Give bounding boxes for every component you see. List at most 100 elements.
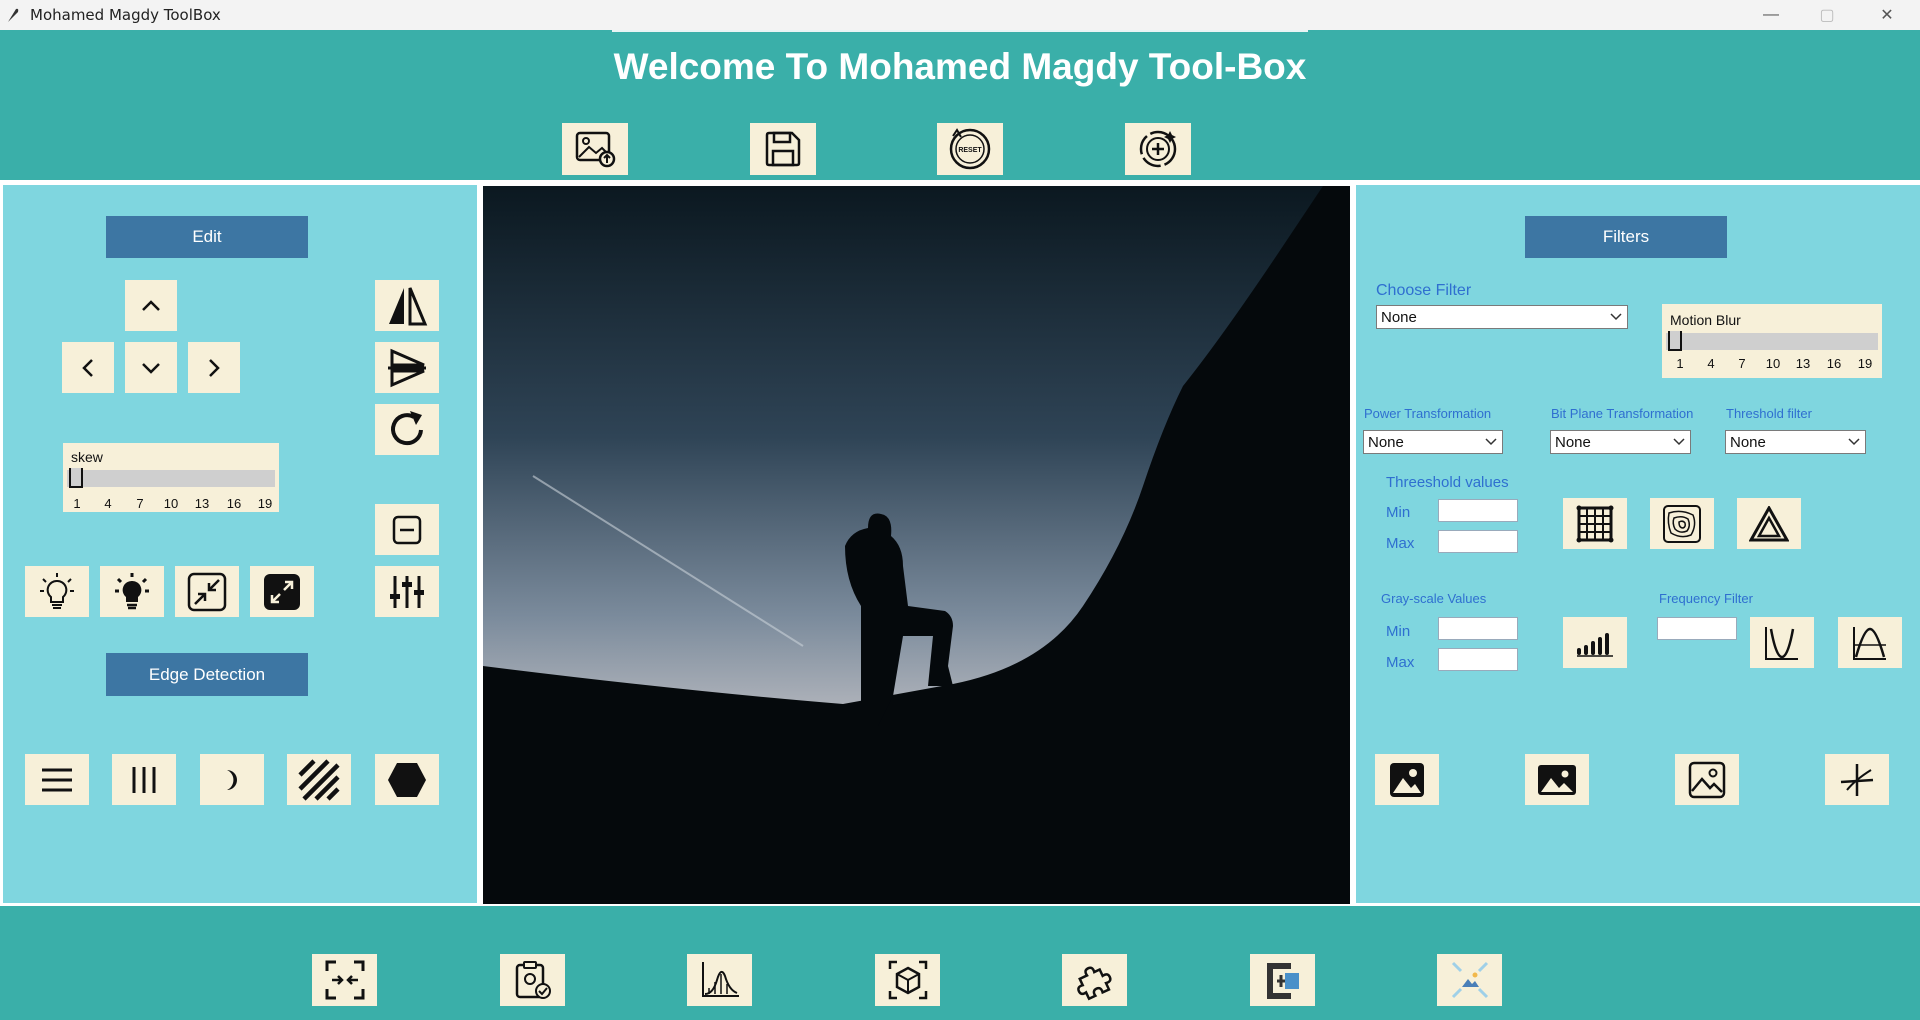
- image-portrait-icon: [1390, 762, 1424, 797]
- motion-blur-tick: 1: [1676, 356, 1684, 371]
- skew-track[interactable]: [67, 470, 275, 487]
- bit-plane-label: Bit Plane Transformation: [1551, 406, 1694, 421]
- expand-image-button[interactable]: [1437, 954, 1502, 1006]
- clipboard-check-icon: [515, 961, 551, 999]
- vertical-edge-button[interactable]: [112, 754, 176, 805]
- crosshair-icon: [1840, 763, 1874, 796]
- motion-blur-track[interactable]: [1666, 333, 1878, 350]
- flip-vertical-button[interactable]: [375, 342, 439, 393]
- skew-thumb[interactable]: [69, 468, 83, 488]
- grayscale-values-label: Gray-scale Values: [1381, 591, 1487, 606]
- 3d-box-button[interactable]: [875, 954, 940, 1006]
- move-down-button[interactable]: [125, 342, 177, 393]
- diagonal-edge-button[interactable]: [287, 754, 351, 805]
- puzzle-button[interactable]: [1062, 954, 1127, 1006]
- edge-detection-label[interactable]: Edge Detection: [106, 653, 308, 696]
- power-transformation-select[interactable]: None: [1363, 430, 1503, 454]
- reset-button[interactable]: RESET: [937, 123, 1003, 175]
- motion-blur-slider[interactable]: Motion Blur 1 4 7 10 13 16 19: [1662, 304, 1882, 378]
- threshold-min-label: Min: [1386, 504, 1411, 521]
- window-title: Mohamed Magdy ToolBox: [30, 6, 221, 24]
- move-right-button[interactable]: [188, 342, 240, 393]
- rotate-button[interactable]: [375, 404, 439, 455]
- enhance-button[interactable]: [1125, 123, 1191, 175]
- image-outline-icon: [1688, 761, 1726, 798]
- motion-blur-tick: 13: [1795, 356, 1811, 371]
- threshold-max-input[interactable]: [1438, 530, 1518, 553]
- diagonal-lines-icon: [298, 758, 340, 801]
- chevron-down-icon: [1610, 313, 1622, 321]
- footer-toolbar: [0, 906, 1920, 1020]
- crescent-icon: [227, 769, 237, 790]
- grayscale-min-label: Min: [1386, 623, 1411, 640]
- chevron-down-icon: [1485, 438, 1497, 446]
- choose-filter-value: None: [1381, 308, 1417, 326]
- grayscale-min-input[interactable]: [1438, 617, 1518, 640]
- close-button[interactable]: ✕: [1864, 0, 1910, 30]
- laplacian-edge-button[interactable]: [375, 754, 439, 805]
- image-portrait-button[interactable]: [1375, 754, 1439, 805]
- triangle-filter-button[interactable]: [1737, 498, 1801, 549]
- grid-icon: [1576, 505, 1614, 542]
- target-plus-icon: [1139, 130, 1177, 168]
- high-pass-filter-button[interactable]: [1838, 617, 1902, 668]
- threshold-min-input[interactable]: [1438, 499, 1518, 522]
- scan-compare-button[interactable]: [312, 954, 377, 1006]
- upload-image-button[interactable]: [562, 123, 628, 175]
- triangle-icon: [1749, 505, 1789, 541]
- save-button[interactable]: [750, 123, 816, 175]
- grayscale-max-input[interactable]: [1438, 648, 1518, 671]
- motion-blur-thumb[interactable]: [1668, 331, 1682, 351]
- curve-edge-button[interactable]: [200, 754, 264, 805]
- crosshair-button[interactable]: [1825, 754, 1889, 805]
- bell-curve-icon: [1853, 626, 1886, 660]
- compress-button[interactable]: [1250, 954, 1315, 1006]
- low-pass-filter-button[interactable]: [1750, 617, 1814, 668]
- motion-blur-tick: 16: [1826, 356, 1842, 371]
- distribution-button[interactable]: [687, 954, 752, 1006]
- horizontal-edge-button[interactable]: [25, 754, 89, 805]
- enlarge-button[interactable]: [250, 566, 314, 617]
- motion-blur-label: Motion Blur: [1670, 312, 1741, 328]
- shrink-button[interactable]: [175, 566, 239, 617]
- image-canvas[interactable]: [483, 186, 1350, 904]
- image-landscape-button[interactable]: [1525, 754, 1589, 805]
- bit-plane-select[interactable]: None: [1550, 430, 1691, 454]
- svg-text:RESET: RESET: [958, 147, 982, 154]
- feather-icon: [8, 8, 19, 22]
- zoom-out-button[interactable]: [375, 504, 439, 555]
- motion-blur-tick: 19: [1857, 356, 1873, 371]
- save-icon: [765, 131, 801, 167]
- minus-square-icon: [392, 515, 422, 544]
- move-left-button[interactable]: [62, 342, 114, 393]
- histogram-button[interactable]: [1563, 617, 1627, 668]
- threshold-filter-select[interactable]: None: [1725, 430, 1866, 454]
- choose-filter-select[interactable]: None: [1376, 305, 1628, 329]
- brightness-up-button[interactable]: [100, 566, 164, 617]
- threshold-filter-label: Threshold filter: [1726, 406, 1812, 421]
- image-expand-icon: [1451, 961, 1488, 999]
- maximize-arrows-icon: [264, 573, 300, 610]
- grid-filter-button[interactable]: [1563, 498, 1627, 549]
- adjust-button[interactable]: [375, 566, 439, 617]
- motion-blur-tick: 10: [1765, 356, 1781, 371]
- brightness-down-button[interactable]: [25, 566, 89, 617]
- maximize-button[interactable]: ▢: [1804, 0, 1850, 30]
- power-transformation-label: Power Transformation: [1364, 406, 1492, 421]
- landscape-photo: [483, 186, 1350, 904]
- flip-horizontal-button[interactable]: [375, 280, 439, 331]
- skew-tick: 19: [257, 496, 273, 511]
- skew-slider[interactable]: skew 1 4 7 10 13 16 19: [63, 443, 279, 512]
- move-up-button[interactable]: [125, 280, 177, 331]
- minimize-arrows-icon: [187, 572, 227, 611]
- edit-label[interactable]: Edit: [106, 216, 308, 258]
- contour-filter-button[interactable]: [1650, 498, 1714, 549]
- frequency-filter-input[interactable]: [1657, 617, 1737, 640]
- image-outline-button[interactable]: [1675, 754, 1739, 805]
- title-bar: Mohamed Magdy ToolBox — ▢ ✕: [0, 0, 1920, 30]
- chevron-right-icon: [209, 358, 220, 377]
- grayscale-max-label: Max: [1386, 654, 1415, 671]
- minimize-button[interactable]: —: [1748, 0, 1794, 30]
- report-button[interactable]: [500, 954, 565, 1006]
- filters-label[interactable]: Filters: [1525, 216, 1727, 258]
